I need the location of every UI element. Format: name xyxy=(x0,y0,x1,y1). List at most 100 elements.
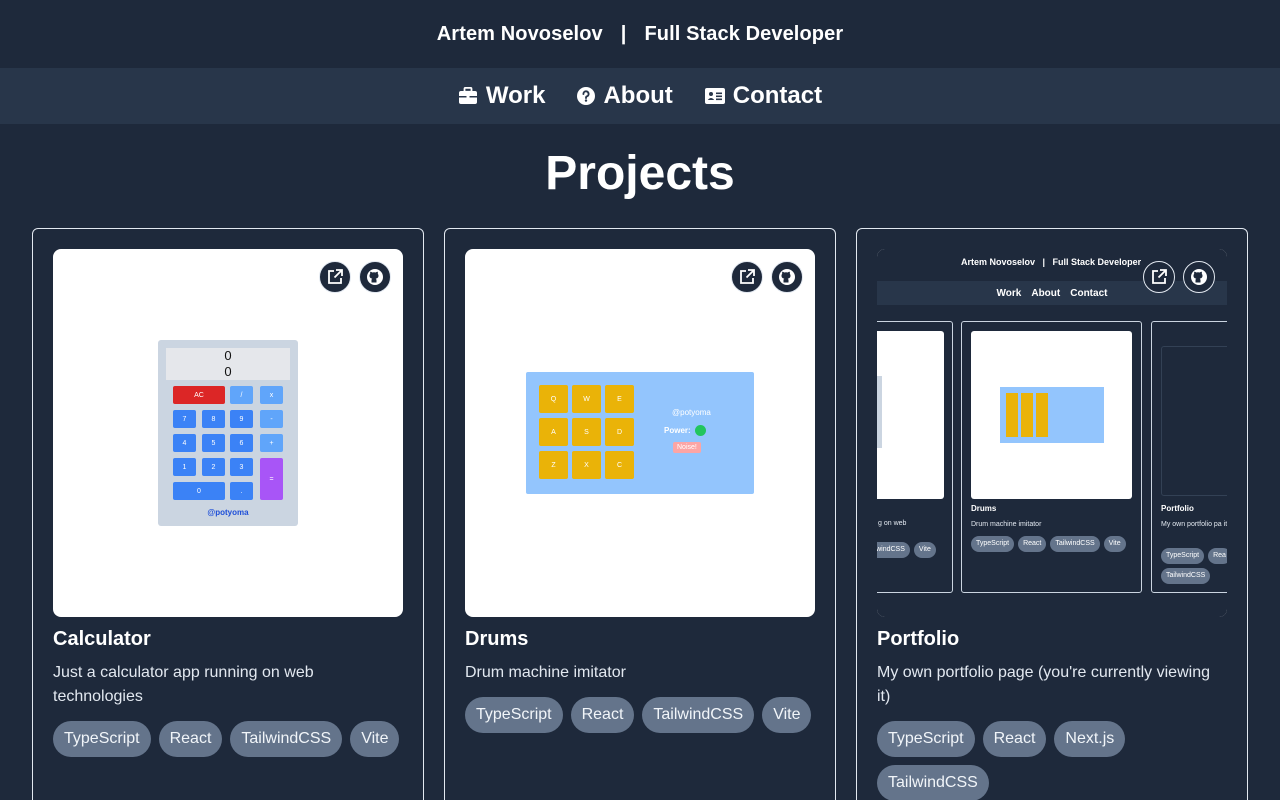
calc-key: 2 xyxy=(202,458,225,476)
mock-nav-item: Work xyxy=(996,287,1022,299)
live-demo-button[interactable] xyxy=(319,261,351,293)
calc-key: 4 xyxy=(173,434,196,452)
nav-contact-label: Contact xyxy=(732,82,823,109)
main-nav: Work About Contact xyxy=(0,68,1280,124)
project-description: Drum machine imitator xyxy=(465,664,626,681)
drum-machine-mockup: Q W E A S D Z X C @potyoma Power: Noise! xyxy=(526,372,754,494)
mock-tag: TailwindCSS xyxy=(1161,568,1211,584)
power-indicator xyxy=(694,425,706,436)
drum-signature: @potyoma xyxy=(672,408,711,417)
tag: Next.js xyxy=(1054,721,1126,757)
calc-key: AC xyxy=(173,386,225,404)
live-demo-button[interactable] xyxy=(1143,261,1175,293)
calc-key: 7 xyxy=(173,410,196,428)
mock-card-tags: TypeScript React TailwindCSS Vite xyxy=(971,536,1126,552)
nav-about-label: About xyxy=(603,82,673,109)
mock-tag: Vite xyxy=(913,542,936,558)
mock-card-title: Drums xyxy=(971,504,997,513)
tag: TypeScript xyxy=(877,721,975,757)
project-card-drums: Q W E A S D Z X C @potyoma Power: Noise! xyxy=(444,228,836,800)
project-title: Portfolio xyxy=(877,628,960,650)
tag: TailwindCSS xyxy=(230,721,343,757)
tag: TypeScript xyxy=(53,721,151,757)
mock-tag: TypeScript xyxy=(1161,548,1205,564)
mock-card-image xyxy=(1161,346,1227,496)
project-preview-calculator: 0 0 AC / x 7 8 9 - 4 5 6 + 1 2 3 = 0 . @… xyxy=(53,249,403,617)
mock-tag: React xyxy=(1018,536,1047,552)
nav-contact[interactable]: Contact xyxy=(704,82,823,110)
drum-pad: W xyxy=(572,385,601,413)
mock-drums xyxy=(1000,387,1104,443)
mock-nav-item: About xyxy=(1031,287,1061,299)
calc-key: x xyxy=(260,386,283,404)
mock-card-title: Portfolio xyxy=(1161,504,1194,513)
mock-header: Artem Novoselov | Full Stack Developer xyxy=(961,257,1142,267)
id-card-icon xyxy=(704,88,725,104)
github-icon xyxy=(1191,269,1207,285)
calc-key: 9 xyxy=(230,410,253,428)
tag: TypeScript xyxy=(465,697,563,733)
external-link-icon xyxy=(1152,269,1167,284)
drum-pad: Q xyxy=(539,385,568,413)
projects-grid: 0 0 AC / x 7 8 9 - 4 5 6 + 1 2 3 = 0 . @… xyxy=(32,228,1248,800)
author-role: Full Stack Developer xyxy=(644,22,844,45)
mock-card-calculator: g on web ilwindCSS Vite xyxy=(877,321,953,593)
mock-tag: Vite xyxy=(1103,536,1126,552)
site-header: Artem Novoselov | Full Stack Developer xyxy=(0,0,1280,68)
mock-tag: ilwindCSS xyxy=(877,542,910,558)
drum-pad: S xyxy=(572,418,601,446)
page-title: Projects xyxy=(545,147,735,200)
power-row: Power: xyxy=(664,425,711,436)
header-separator: | xyxy=(620,22,627,45)
mock-card-tags: TypeScript Rea TailwindCSS xyxy=(1161,548,1227,584)
nav-about[interactable]: About xyxy=(577,82,673,110)
live-demo-button[interactable] xyxy=(731,261,763,293)
tag: TailwindCSS xyxy=(642,697,755,733)
github-button[interactable] xyxy=(359,261,391,293)
card-actions xyxy=(319,261,391,293)
project-tags: TypeScript React TailwindCSS Vite xyxy=(53,721,403,757)
project-preview-portfolio: Artem Novoselov | Full Stack Developer W… xyxy=(877,249,1227,617)
noise-button: Noise! xyxy=(673,442,701,453)
tag: Vite xyxy=(762,697,812,733)
card-actions xyxy=(1143,261,1215,293)
author-name: Artem Novoselov xyxy=(436,22,603,45)
project-title: Calculator xyxy=(53,628,151,650)
project-tags: TypeScript React TailwindCSS Vite xyxy=(465,697,815,733)
calc-key: 0 xyxy=(173,482,225,500)
mock-card-portfolio: Portfolio My own portfolio pa it) TypeSc… xyxy=(1151,321,1227,593)
drum-pad: C xyxy=(605,451,634,479)
briefcase-icon xyxy=(458,87,477,104)
calc-key: 5 xyxy=(202,434,225,452)
project-tags: TypeScript React Next.js TailwindCSS xyxy=(877,721,1227,800)
calc-key: 8 xyxy=(202,410,225,428)
calculator-mockup: 0 0 AC / x 7 8 9 - 4 5 6 + 1 2 3 = 0 . @… xyxy=(158,340,298,526)
calculator-display-top: 0 xyxy=(224,348,232,363)
project-description: Just a calculator app running on web tec… xyxy=(53,664,314,705)
mock-tag: Rea xyxy=(1208,548,1227,564)
calc-key: - xyxy=(260,410,283,428)
mock-card-drums: Drums Drum machine imitator TypeScript R… xyxy=(961,321,1142,593)
card-actions xyxy=(731,261,803,293)
calc-key: . xyxy=(230,482,253,500)
power-label: Power: xyxy=(664,426,691,435)
calculator-display-bottom: 0 xyxy=(224,364,232,379)
calc-key: + xyxy=(260,434,283,452)
drum-info: @potyoma Power: Noise! xyxy=(664,408,711,453)
project-preview-drums: Q W E A S D Z X C @potyoma Power: Noise! xyxy=(465,249,815,617)
tag: React xyxy=(982,721,1047,757)
mock-card-desc: g on web xyxy=(878,520,907,527)
external-link-icon xyxy=(328,269,343,284)
mock-tag: TailwindCSS xyxy=(1050,536,1100,552)
project-card-calculator: 0 0 AC / x 7 8 9 - 4 5 6 + 1 2 3 = 0 . @… xyxy=(32,228,424,800)
mock-card-image xyxy=(971,331,1132,499)
mock-card-desc: Drum machine imitator xyxy=(971,521,1042,528)
mock-card-image xyxy=(877,331,944,499)
project-title: Drums xyxy=(465,628,529,650)
drum-pad: A xyxy=(539,418,568,446)
github-icon xyxy=(779,269,795,285)
github-button[interactable] xyxy=(1183,261,1215,293)
project-description: My own portfolio page (you're currently … xyxy=(877,664,1210,705)
github-button[interactable] xyxy=(771,261,803,293)
nav-work[interactable]: Work xyxy=(458,82,545,110)
